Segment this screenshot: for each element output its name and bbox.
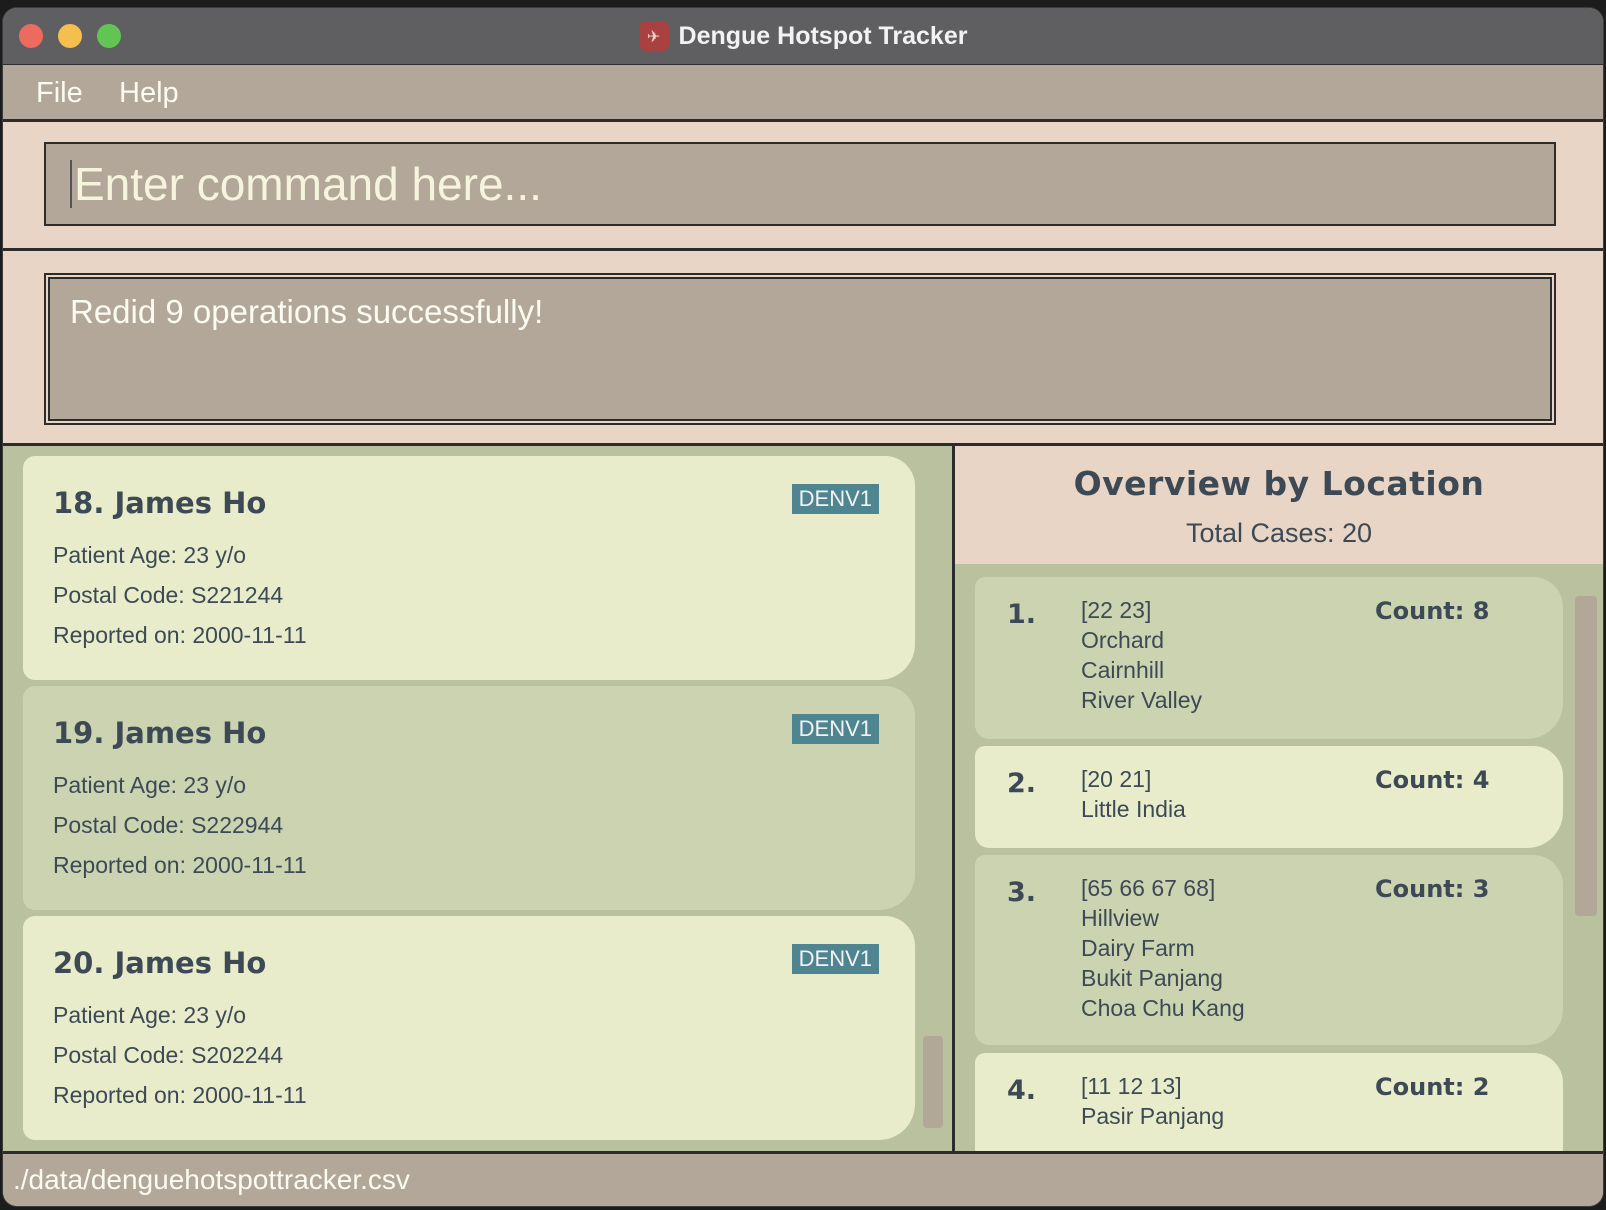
status-bar: ./data/denguehotspottracker.csv (3, 1151, 1603, 1206)
variant-tag: DENV1 (791, 714, 879, 744)
case-age: Patient Age: 23 y/o (53, 542, 247, 568)
result-message: Redid 9 operations successfully! (70, 293, 544, 330)
case-card[interactable]: 20. James Ho DENV1 Patient Age: 23 y/o P… (23, 916, 915, 1140)
case-name: 18. James Ho (53, 486, 267, 520)
overview-title: Overview by Location (1073, 464, 1485, 503)
result-area: Redid 9 operations successfully! (3, 251, 1603, 446)
app-window: ✈ Dengue Hotspot Tracker File Help Enter… (3, 8, 1603, 1206)
case-age: Patient Age: 23 y/o (53, 1002, 247, 1028)
text-caret (70, 160, 72, 208)
window-title: Dengue Hotspot Tracker (678, 21, 968, 50)
menu-help[interactable]: Help (119, 77, 179, 110)
location-line: Orchard (1081, 627, 1165, 653)
location-line: River Valley (1081, 687, 1202, 713)
location-line: Hillview (1081, 905, 1159, 931)
location-card[interactable]: 1. [22 23] Orchard Cairnhill River Valle… (975, 577, 1563, 739)
title-bar: ✈ Dengue Hotspot Tracker (3, 8, 1603, 65)
case-list-scrollbar[interactable] (923, 1036, 943, 1128)
location-line: Dairy Farm (1081, 935, 1195, 961)
location-lines: [20 21] Little India (1081, 764, 1186, 824)
location-line: Little India (1081, 796, 1186, 822)
location-line: [20 21] (1081, 766, 1152, 792)
result-display: Redid 9 operations successfully! (44, 273, 1556, 425)
command-input[interactable]: Enter command here... (44, 142, 1556, 226)
location-card[interactable]: 2. [20 21] Little India Count: 4 (975, 746, 1563, 848)
location-index: 2. (1007, 768, 1037, 799)
location-index: 4. (1007, 1075, 1037, 1106)
case-age: Patient Age: 23 y/o (53, 772, 247, 798)
command-placeholder: Enter command here... (74, 158, 542, 210)
location-lines: [22 23] Orchard Cairnhill River Valley (1081, 595, 1202, 715)
overview-panel: Overview by Location Total Cases: 20 1. … (955, 446, 1603, 1151)
case-name: 20. James Ho (53, 946, 267, 980)
data-file-path: ./data/denguehotspottracker.csv (13, 1164, 410, 1195)
overview-scrollbar[interactable] (1575, 596, 1597, 916)
variant-tag: DENV1 (791, 484, 879, 514)
menu-bar: File Help (3, 65, 1603, 122)
location-card[interactable]: 4. [11 12 13] Pasir Panjang Count: 2 (975, 1053, 1563, 1151)
location-line: Cairnhill (1081, 657, 1165, 683)
location-line: Pasir Panjang (1081, 1103, 1225, 1129)
location-line: [65 66 67 68] (1081, 875, 1216, 901)
case-reported: Reported on: 2000-11-11 (53, 622, 307, 648)
command-area: Enter command here... (3, 122, 1603, 251)
case-postal: Postal Code: S221244 (53, 582, 284, 608)
case-card[interactable]: 19. James Ho DENV1 Patient Age: 23 y/o P… (23, 686, 915, 910)
location-line: [11 12 13] (1081, 1073, 1182, 1099)
overview-header: Overview by Location Total Cases: 20 (955, 446, 1603, 564)
variant-tag: DENV1 (791, 944, 879, 974)
location-count: Count: 2 (1375, 1073, 1490, 1101)
case-reported: Reported on: 2000-11-11 (53, 1082, 307, 1108)
total-cases: Total Cases: 20 (1185, 518, 1373, 548)
case-postal: Postal Code: S222944 (53, 812, 284, 838)
case-name: 19. James Ho (53, 716, 267, 750)
location-count: Count: 8 (1375, 597, 1490, 625)
location-index: 3. (1007, 877, 1037, 908)
location-index: 1. (1007, 599, 1037, 630)
location-count: Count: 3 (1375, 875, 1490, 903)
case-card[interactable]: 18. James Ho DENV1 Patient Age: 23 y/o P… (23, 456, 915, 680)
menu-file[interactable]: File (36, 77, 83, 110)
case-reported: Reported on: 2000-11-11 (53, 852, 307, 878)
location-line: [22 23] (1081, 597, 1152, 623)
location-line: Bukit Panjang (1081, 965, 1223, 991)
location-card[interactable]: 3. [65 66 67 68] Hillview Dairy Farm Buk… (975, 855, 1563, 1045)
location-count: Count: 4 (1375, 766, 1490, 794)
case-postal: Postal Code: S202244 (53, 1042, 284, 1068)
location-lines: [11 12 13] Pasir Panjang (1081, 1071, 1224, 1131)
mosquito-app-icon: ✈ (638, 21, 669, 51)
location-line: Choa Chu Kang (1081, 995, 1245, 1021)
location-lines: [65 66 67 68] Hillview Dairy Farm Bukit … (1081, 873, 1245, 1023)
case-list-panel[interactable]: 18. James Ho DENV1 Patient Age: 23 y/o P… (3, 446, 955, 1151)
